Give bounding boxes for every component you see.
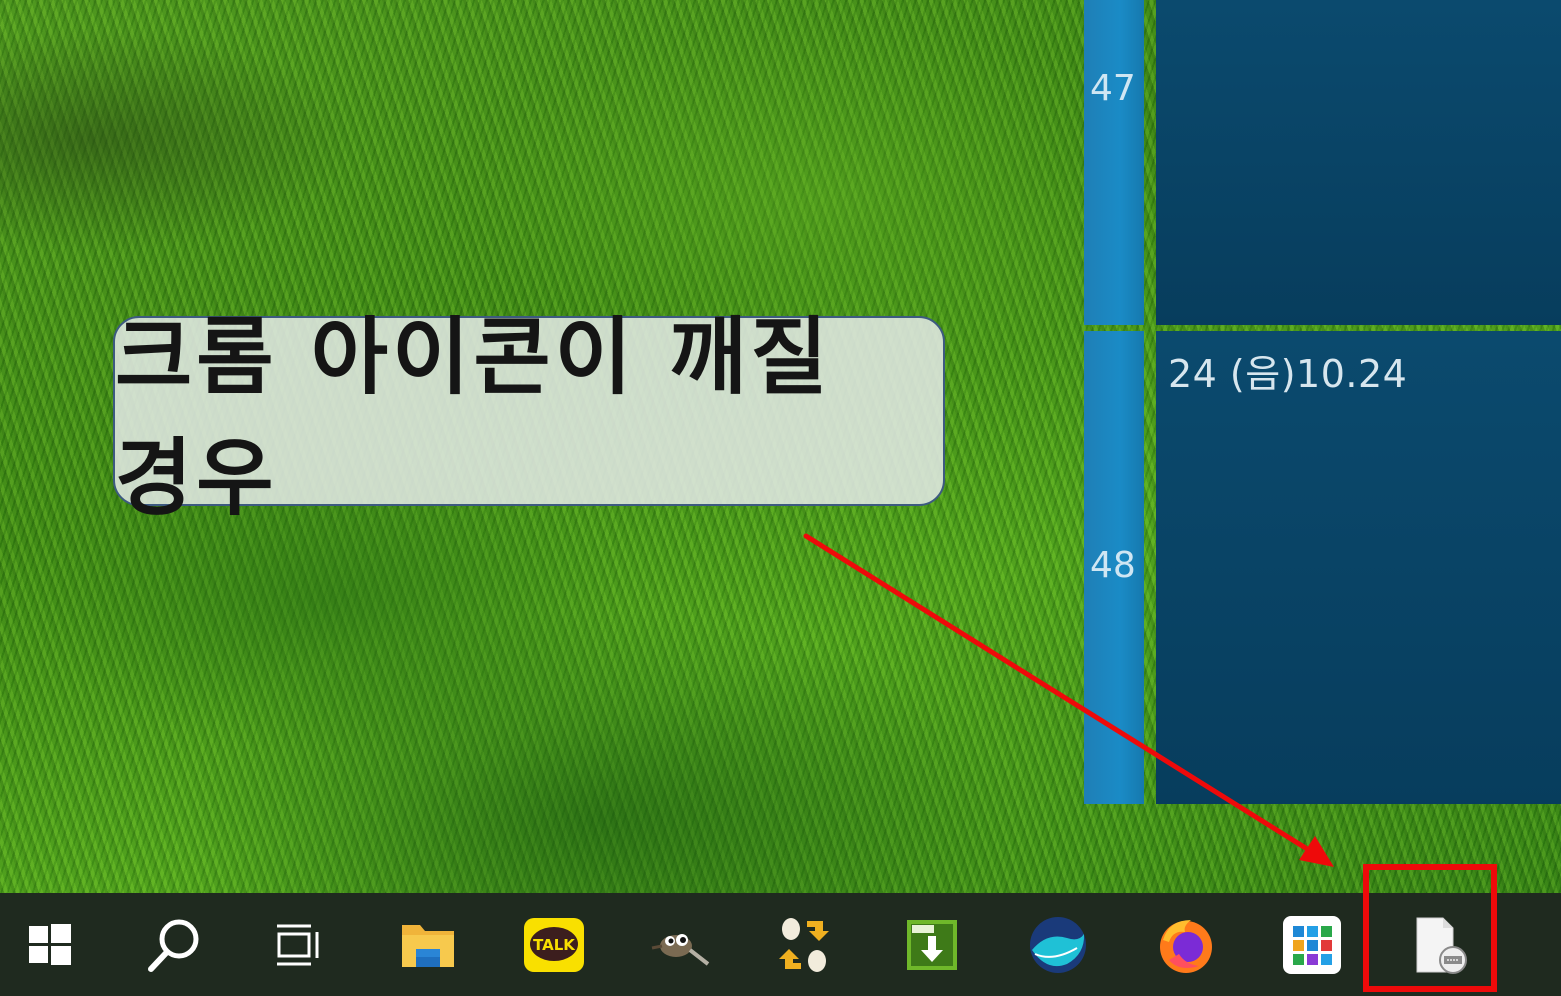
windows-start-icon[interactable] <box>18 913 82 977</box>
search-icon[interactable] <box>142 913 206 977</box>
swap-app-icon[interactable] <box>772 913 836 977</box>
desktop-wallpaper: 47 48 24 (음)10.24 크롬 아이콘이 깨질 경우 <box>0 0 1561 893</box>
download-manager-icon[interactable] <box>900 913 964 977</box>
task-view-icon[interactable] <box>266 913 330 977</box>
highlight-box <box>1363 864 1497 992</box>
taskbar: TALK <box>0 893 1561 996</box>
gimp-icon[interactable] <box>648 913 712 977</box>
pointer-arrow <box>803 533 1334 867</box>
whale-browser-icon[interactable] <box>1026 913 1090 977</box>
app-grid-icon[interactable] <box>1280 913 1344 977</box>
kakaotalk-label: TALK <box>533 936 576 954</box>
file-explorer-icon[interactable] <box>396 913 460 977</box>
kakaotalk-icon[interactable]: TALK <box>522 913 586 977</box>
firefox-icon[interactable] <box>1154 913 1218 977</box>
